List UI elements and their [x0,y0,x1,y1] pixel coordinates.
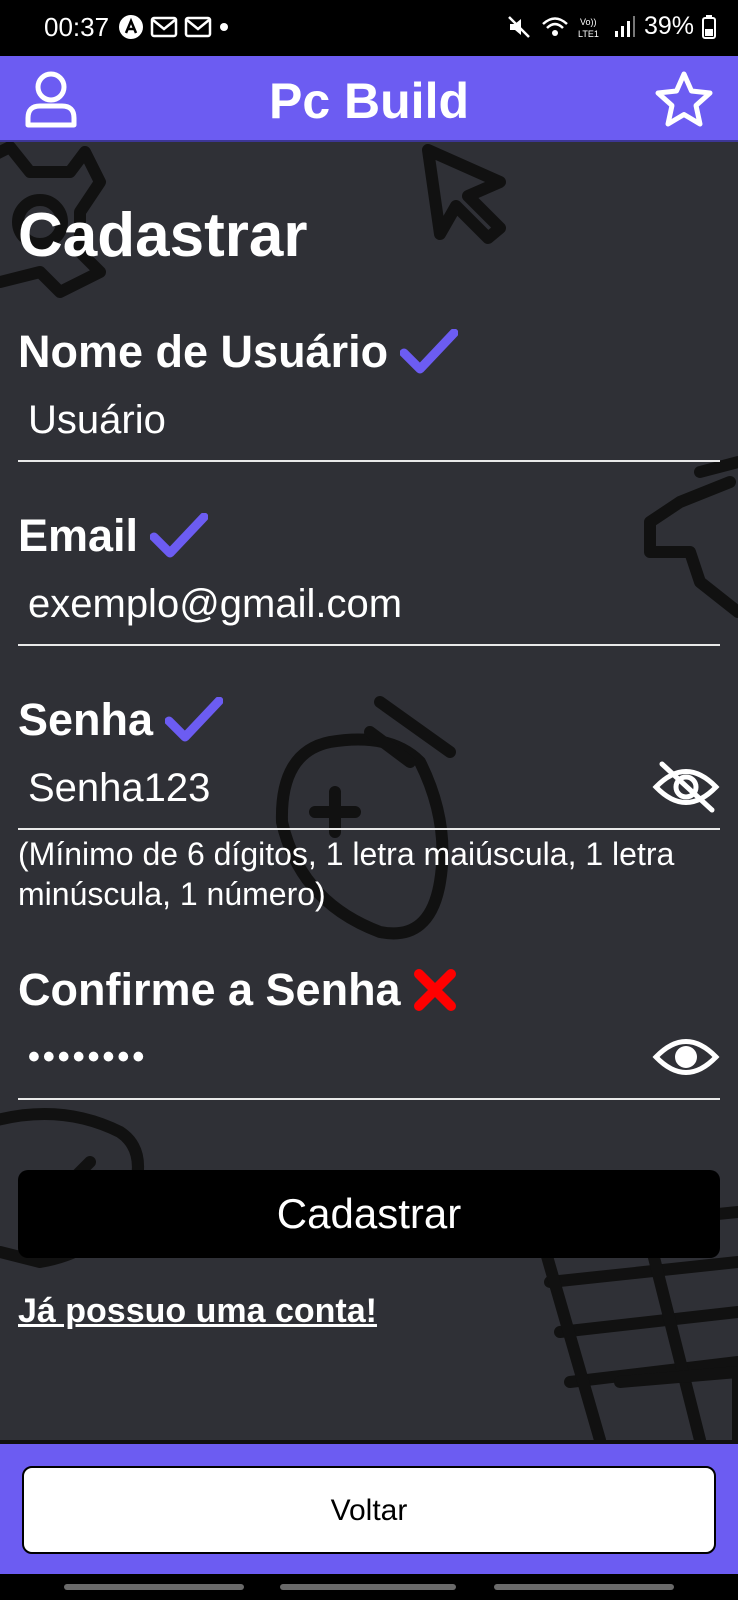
star-icon[interactable] [654,70,714,130]
password-label: Senha [18,694,154,745]
mute-icon [508,15,530,38]
app-bar: Pc Build [0,56,738,142]
status-time: 00:37 [44,12,110,42]
battery-percent: 39% [643,12,694,40]
back-button[interactable]: Voltar [22,1466,716,1554]
confirm-password-value: •••••••• [28,1038,148,1076]
system-icons: Vo)) LTE1 39% [506,12,716,41]
gmail-icon-2 [184,16,212,38]
email-label: Email [18,510,139,561]
email-label-row: Email [18,510,209,562]
nav-recent[interactable] [64,1584,244,1590]
battery-icon [702,14,716,39]
page-title: Cadastrar [18,201,308,270]
volte-icon: Vo)) LTE1 [578,17,599,39]
username-label-row: Nome de Usuário [18,326,459,378]
confirm-password-label: Confirme a Senha [18,964,401,1015]
username-input[interactable]: Usuário [18,390,720,462]
app-notification-icon [119,15,143,39]
signal-icon [614,15,635,37]
nav-back[interactable] [494,1584,674,1590]
password-input[interactable]: Senha123 [18,758,720,830]
password-hint: (Mínimo de 6 dígitos, 1 letra maiúscula,… [18,836,675,912]
check-icon [165,697,224,742]
confirm-password-label-row: Confirme a Senha [18,964,457,1016]
svg-text:Vo)): Vo)) [580,17,597,27]
check-icon [150,513,209,558]
dot-icon [220,23,228,31]
app-title: Pc Build [268,73,470,129]
status-bar: 00:37 Vo)) LTE1 39% [0,0,738,56]
gmail-icon [150,16,178,38]
email-value: exemplo@gmail.com [28,582,403,626]
password-value: Senha123 [28,766,211,810]
eye-off-icon[interactable] [652,760,720,814]
username-label: Nome de Usuário [18,326,389,377]
cross-icon [413,969,456,1011]
confirm-password-input[interactable]: •••••••• [18,1028,720,1100]
notification-icons [118,14,230,40]
system-nav-bar [0,1574,738,1600]
email-input[interactable]: exemplo@gmail.com [18,574,720,646]
eye-icon[interactable] [652,1030,720,1084]
check-icon [400,329,459,374]
footer: Voltar [0,1440,738,1574]
wifi-icon [542,16,568,36]
login-link[interactable]: Já possuo uma conta! [18,1292,377,1331]
password-label-row: Senha [18,694,224,746]
register-button[interactable]: Cadastrar [18,1170,720,1258]
svg-text:LTE1: LTE1 [578,29,599,39]
username-value: Usuário [28,398,166,442]
nav-home[interactable] [280,1584,456,1590]
register-screen: Cadastrar Nome de Usuário Usuário Email … [0,142,738,1440]
